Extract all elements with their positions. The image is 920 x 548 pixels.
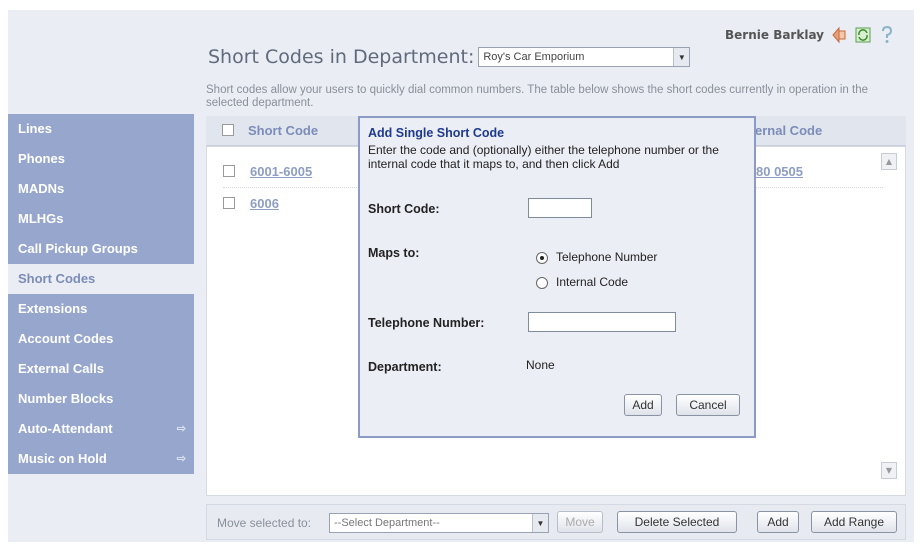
- move-department-select[interactable]: --Select Department-- ▼: [329, 513, 549, 533]
- telephone-number-radio-label[interactable]: Telephone Number: [556, 250, 657, 264]
- sidebar-item-phones[interactable]: Phones: [8, 144, 194, 174]
- sidebar-item-label: Music on Hold: [18, 451, 107, 466]
- page-title: Short Codes in Department:: [208, 46, 475, 68]
- sidebar-item-auto-attendant[interactable]: Auto-Attendant ⇨: [8, 414, 194, 444]
- user-name: Bernie Barklay: [725, 28, 824, 42]
- department-value: None: [526, 358, 555, 372]
- sidebar-item-label: Phones: [18, 151, 65, 166]
- sidebar-item-lines[interactable]: Lines: [8, 114, 194, 144]
- sidebar-item-extensions[interactable]: Extensions: [8, 294, 194, 324]
- page-description: Short codes allow your users to quickly …: [206, 84, 869, 109]
- user-area: Bernie Barklay: [725, 26, 896, 44]
- short-code-link[interactable]: 6006: [250, 196, 279, 211]
- dialog-cancel-button[interactable]: Cancel: [676, 394, 740, 416]
- department-select-value: Roy's Car Emporium: [483, 51, 585, 63]
- dialog-add-button[interactable]: Add: [624, 394, 662, 416]
- sidebar-item-label: Number Blocks: [18, 391, 114, 406]
- maps-to-label: Maps to:: [368, 246, 420, 260]
- move-select-value: --Select Department--: [334, 517, 440, 529]
- department-select[interactable]: Roy's Car Emporium ▼: [478, 47, 691, 67]
- internal-code-link[interactable]: 80 0505: [756, 164, 803, 179]
- column-header-short-code[interactable]: Short Code: [248, 123, 318, 138]
- delete-selected-button[interactable]: Delete Selected: [617, 511, 737, 533]
- sidebar-item-external-calls[interactable]: External Calls: [8, 354, 194, 384]
- sidebar-item-call-pickup-groups[interactable]: Call Pickup Groups: [8, 234, 194, 264]
- submenu-arrow-icon: ⇨: [176, 423, 186, 435]
- help-icon[interactable]: [878, 26, 896, 44]
- refresh-icon[interactable]: [854, 26, 872, 44]
- scroll-down-icon[interactable]: ▼: [881, 462, 897, 479]
- table-footer: Move selected to: --Select Department-- …: [206, 504, 906, 540]
- sidebar-item-label: External Calls: [18, 361, 104, 376]
- telephone-number-radio[interactable]: [536, 252, 548, 264]
- submenu-arrow-icon: ⇨: [176, 453, 186, 465]
- sidebar: Lines Phones MADNs MLHGs Call Pickup Gro…: [8, 114, 194, 474]
- title-row: Short Codes in Department: Roy's Car Emp…: [208, 46, 691, 68]
- move-label: Move selected to:: [217, 516, 312, 530]
- sidebar-item-label: Auto-Attendant: [18, 421, 113, 436]
- internal-code-radio[interactable]: [536, 277, 548, 289]
- add-button[interactable]: Add: [757, 511, 799, 533]
- sidebar-item-label: MADNs: [18, 181, 65, 196]
- sidebar-item-label: Lines: [18, 121, 52, 136]
- sidebar-item-label: Extensions: [18, 301, 88, 316]
- select-all-checkbox[interactable]: [222, 124, 234, 136]
- row-checkbox[interactable]: [223, 165, 235, 177]
- sidebar-item-number-blocks[interactable]: Number Blocks: [8, 384, 194, 414]
- sidebar-item-music-on-hold[interactable]: Music on Hold ⇨: [8, 444, 194, 474]
- add-range-button[interactable]: Add Range: [811, 511, 897, 533]
- chevron-down-icon[interactable]: ▼: [673, 48, 690, 66]
- scroll-up-icon[interactable]: ▲: [881, 153, 897, 170]
- short-code-input[interactable]: [528, 198, 592, 218]
- table-scrollbar[interactable]: ▲ ▼: [881, 153, 897, 483]
- telephone-number-label: Telephone Number:: [368, 316, 485, 330]
- move-button[interactable]: Move: [557, 511, 603, 533]
- sidebar-item-madns[interactable]: MADNs: [8, 174, 194, 204]
- add-short-code-dialog: Add Single Short Code Enter the code and…: [358, 116, 756, 438]
- sidebar-item-label: Account Codes: [18, 331, 114, 346]
- department-label: Department:: [368, 360, 442, 374]
- row-checkbox[interactable]: [223, 197, 235, 209]
- sidebar-item-short-codes[interactable]: Short Codes: [8, 264, 194, 294]
- scroll-track[interactable]: [881, 170, 897, 462]
- telephone-number-input[interactable]: [528, 312, 676, 332]
- dialog-title: Add Single Short Code: [368, 126, 505, 140]
- column-header-internal-code[interactable]: ernal Code: [755, 123, 822, 138]
- sidebar-item-mlhgs[interactable]: MLHGs: [8, 204, 194, 234]
- dialog-description: Enter the code and (optionally) either t…: [368, 143, 719, 171]
- short-code-link[interactable]: 6001-6005: [250, 164, 312, 179]
- sidebar-item-label: Short Codes: [18, 271, 96, 286]
- sidebar-item-label: MLHGs: [18, 211, 64, 226]
- short-code-label: Short Code:: [368, 202, 440, 216]
- chevron-down-icon[interactable]: ▼: [532, 514, 548, 532]
- internal-code-radio-label[interactable]: Internal Code: [556, 275, 628, 289]
- sidebar-item-label: Call Pickup Groups: [18, 241, 138, 256]
- sidebar-item-account-codes[interactable]: Account Codes: [8, 324, 194, 354]
- logout-icon[interactable]: [830, 26, 848, 44]
